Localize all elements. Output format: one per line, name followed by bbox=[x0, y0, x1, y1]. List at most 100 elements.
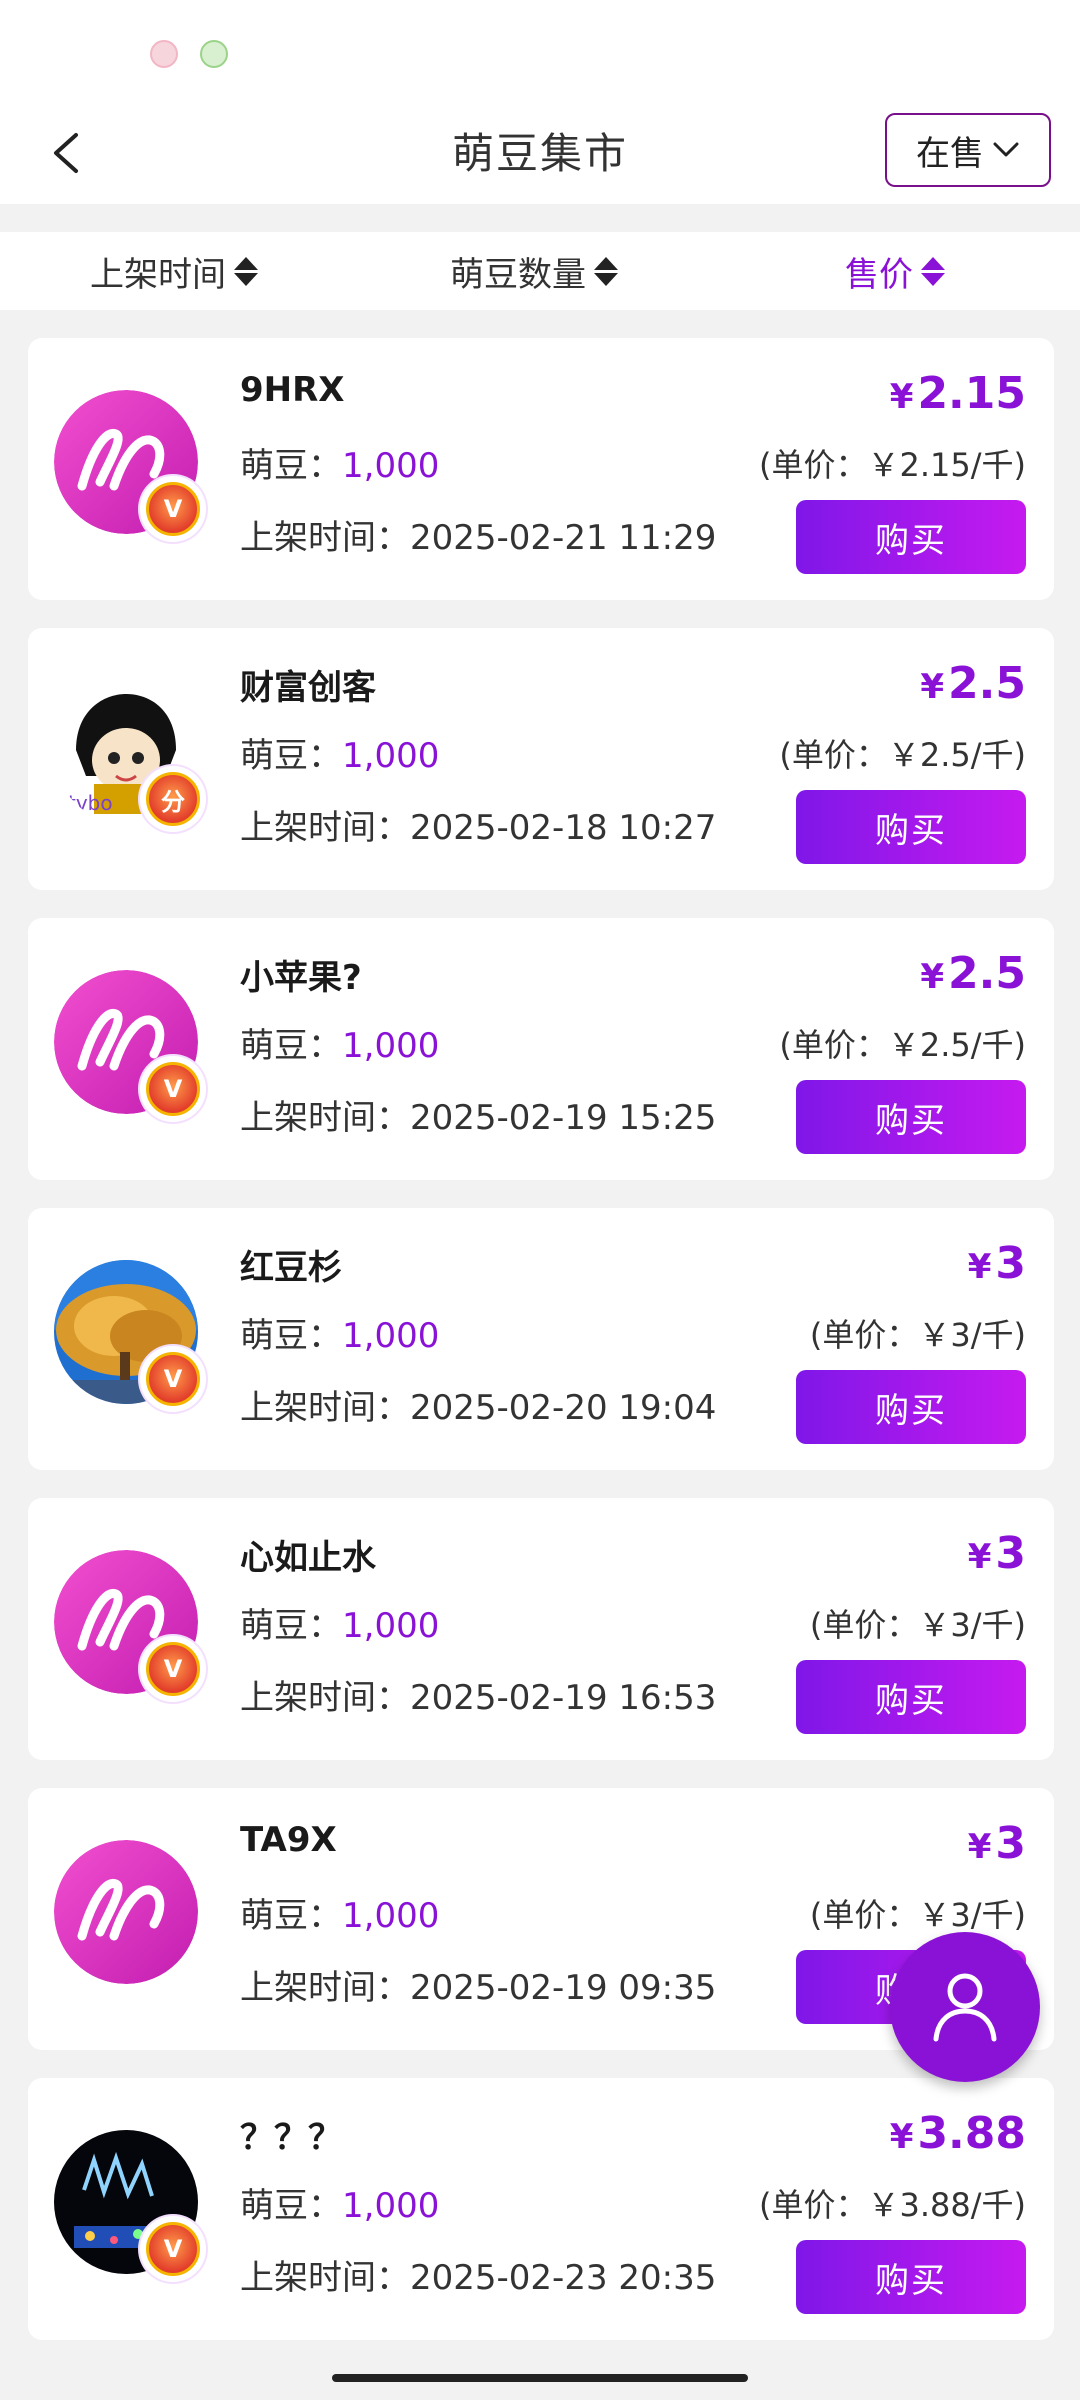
listing-time-value: 2025-02-18 10:27 bbox=[410, 808, 717, 848]
listing-card[interactable]: V 小苹果? 萌豆：1,000 上架时间：2025-02-19 15:25 ¥2.5 (单… bbox=[28, 918, 1054, 1180]
listing-time-value: 2025-02-19 15:25 bbox=[410, 1098, 717, 1138]
currency-symbol: ¥ bbox=[967, 1537, 992, 1577]
seller-name: 小苹果? bbox=[240, 958, 362, 998]
price: ¥2.5 bbox=[920, 658, 1026, 709]
currency-symbol: ¥ bbox=[967, 1247, 992, 1287]
listing-card[interactable]: V 心如止水 萌豆：1,000 上架时间：2025-02-19 16:53 ¥3 (单价：… bbox=[28, 1498, 1054, 1760]
listing-time-label: 上架时间： bbox=[240, 1968, 410, 2008]
seller-name: 心如止水 bbox=[240, 1538, 376, 1578]
listing-card[interactable]: V 红豆杉萌豆：1,000 上架时间：2025-02-20 19:04 ¥3 (单价：￥… bbox=[28, 1208, 1054, 1470]
sort-label: 萌豆数量 bbox=[450, 254, 586, 295]
bean-amount-label: 萌豆： bbox=[240, 446, 342, 486]
status-filter-label: 在售 bbox=[916, 133, 984, 174]
vip-badge-icon: V bbox=[140, 476, 206, 542]
buy-button[interactable]: 购买 bbox=[796, 2240, 1026, 2314]
price-value: 3 bbox=[995, 1528, 1026, 1579]
buy-button[interactable]: 购买 bbox=[796, 500, 1026, 574]
top-nav-bar: 萌豆集市 在售 bbox=[0, 100, 1080, 204]
unit-price: (单价：￥3/千) bbox=[809, 1316, 1026, 1354]
unit-price: (单价：￥2.5/千) bbox=[779, 1026, 1026, 1064]
buy-button[interactable]: 购买 bbox=[796, 1660, 1026, 1734]
bean-amount-label: 萌豆： bbox=[240, 2186, 342, 2226]
status-bar bbox=[0, 0, 1080, 100]
price-value: 2.5 bbox=[948, 658, 1026, 709]
unit-price: (单价：￥3/千) bbox=[809, 1896, 1026, 1934]
price: ¥2.15 bbox=[890, 368, 1026, 419]
price-value: 2.15 bbox=[917, 368, 1026, 419]
listing-time-label: 上架时间： bbox=[240, 1388, 410, 1428]
bean-amount: 萌豆：1,000 bbox=[240, 1598, 439, 1647]
currency-symbol: ¥ bbox=[889, 2117, 914, 2157]
currency-symbol: ¥ bbox=[920, 667, 945, 707]
bean-amount-label: 萌豆： bbox=[240, 1316, 342, 1356]
avatar[interactable]: V bbox=[54, 390, 206, 542]
avatar[interactable]: V bbox=[54, 970, 206, 1122]
listing-time-label: 上架时间： bbox=[240, 518, 410, 558]
avatar[interactable] bbox=[54, 1840, 198, 1984]
avatar[interactable]: V bbox=[54, 2130, 206, 2282]
avatar[interactable]: tvbo 分 bbox=[54, 680, 206, 832]
bean-amount-label: 萌豆： bbox=[240, 736, 342, 776]
buy-button[interactable]: 购买 bbox=[796, 790, 1026, 864]
seller-name: 红豆杉 bbox=[240, 1248, 342, 1288]
listing-card[interactable]: tvbo 分 财富创客萌豆：1,000 上架时间：2025-02-18 10:27 ¥2… bbox=[28, 628, 1054, 890]
listing-time-label: 上架时间： bbox=[240, 808, 410, 848]
seller-name: 9HRX bbox=[240, 370, 345, 410]
listing-time: 上架时间：2025-02-19 09:35 bbox=[240, 1960, 716, 2009]
sort-bar: 上架时间 萌豆数量 售价 bbox=[0, 232, 1080, 310]
price: ¥3 bbox=[968, 1818, 1026, 1869]
bean-amount: 萌豆：1,000 bbox=[240, 728, 439, 777]
listing-time-label: 上架时间： bbox=[240, 2258, 410, 2298]
vip-badge-icon: 分 bbox=[140, 766, 206, 832]
vip-badge-icon: V bbox=[140, 2216, 206, 2282]
seller-name: ？？？ bbox=[240, 2118, 342, 2158]
listing-time-label: 上架时间： bbox=[240, 1098, 410, 1138]
listing-time-value: 2025-02-20 19:04 bbox=[410, 1388, 717, 1428]
sort-arrows-icon bbox=[921, 256, 945, 286]
listing-time: 上架时间：2025-02-20 19:04 bbox=[240, 1380, 716, 1429]
home-indicator bbox=[332, 2374, 748, 2382]
listing-time-value: 2025-02-21 11:29 bbox=[410, 518, 717, 558]
currency-symbol: ¥ bbox=[889, 377, 914, 417]
bean-amount: 萌豆：1,000 bbox=[240, 438, 439, 487]
price: ¥3 bbox=[968, 1528, 1026, 1579]
buy-button[interactable]: 购买 bbox=[796, 1370, 1026, 1444]
bean-amount-value: 1,000 bbox=[342, 736, 440, 776]
avatar[interactable]: V bbox=[54, 1260, 206, 1412]
price-value: 2.5 bbox=[948, 948, 1026, 999]
bean-amount-label: 萌豆： bbox=[240, 1606, 342, 1646]
svg-text:tvbo: tvbo bbox=[68, 791, 113, 815]
unit-price: (单价：￥3/千) bbox=[809, 1606, 1026, 1644]
chevron-down-icon bbox=[993, 142, 1019, 157]
sort-by-price[interactable]: 售价 bbox=[845, 232, 945, 310]
seller-name: 财富创客 bbox=[240, 668, 376, 708]
user-icon bbox=[933, 1973, 997, 2042]
bean-amount-label: 萌豆： bbox=[240, 1026, 342, 1066]
price-value: 3 bbox=[995, 1238, 1026, 1289]
sort-by-bean-amount[interactable]: 萌豆数量 bbox=[450, 232, 618, 310]
bean-amount: 萌豆：1,000 bbox=[240, 1018, 439, 1067]
sort-label: 售价 bbox=[845, 254, 913, 295]
listing-time: 上架时间：2025-02-18 10:27 bbox=[240, 800, 716, 849]
status-filter-dropdown[interactable]: 在售 bbox=[885, 113, 1051, 187]
currency-symbol: ¥ bbox=[920, 957, 945, 997]
unit-price: (单价：￥2.15/千) bbox=[758, 446, 1026, 484]
profile-fab-button[interactable] bbox=[890, 1932, 1040, 2082]
listing-card[interactable]: V 9HRX 萌豆：1,000 上架时间：2025-02-21 11:29 ¥2.15 (… bbox=[28, 338, 1054, 600]
bean-amount-value: 1,000 bbox=[342, 1316, 440, 1356]
listing-card[interactable]: V ？？？ 萌豆：1,000 上架时间：2025-02-23 20:35 ¥3.88 (单… bbox=[28, 2078, 1054, 2340]
avatar[interactable]: V bbox=[54, 1550, 206, 1702]
vip-badge-icon: V bbox=[140, 1636, 206, 1702]
vip-badge-icon: V bbox=[140, 1056, 206, 1122]
bean-amount-value: 1,000 bbox=[342, 1896, 440, 1936]
buy-button[interactable]: 购买 bbox=[796, 1080, 1026, 1154]
bean-amount-value: 1,000 bbox=[342, 1026, 440, 1066]
bean-amount: 萌豆：1,000 bbox=[240, 1308, 439, 1357]
price-value: 3 bbox=[995, 1818, 1026, 1869]
bean-amount-value: 1,000 bbox=[342, 2186, 440, 2226]
bean-amount: 萌豆：1,000 bbox=[240, 2178, 439, 2227]
notification-icon bbox=[150, 40, 178, 68]
sort-arrows-icon bbox=[594, 256, 618, 286]
sort-by-listing-time[interactable]: 上架时间 bbox=[90, 232, 258, 310]
sort-arrows-icon bbox=[234, 256, 258, 286]
